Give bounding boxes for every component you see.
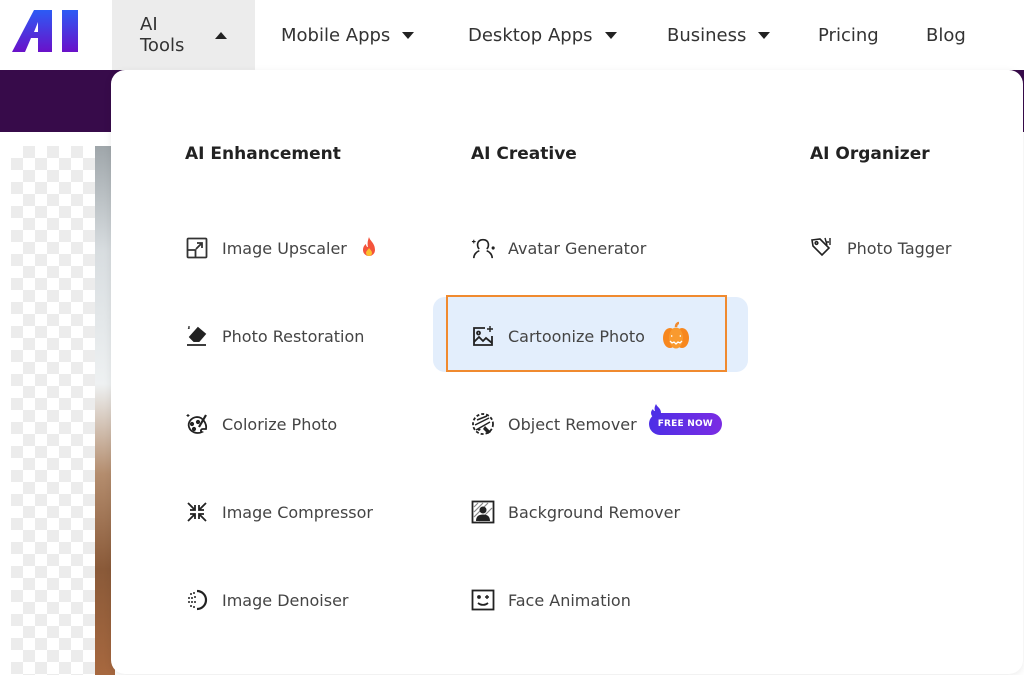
top-navigation: AI Tools Mobile Apps Desktop Apps Busine…	[0, 0, 1024, 70]
nav-ai-tools[interactable]: AI Tools	[112, 0, 255, 70]
caret-up-icon	[215, 31, 227, 39]
image-sparkle-icon	[471, 324, 495, 348]
brand-logo[interactable]	[12, 8, 82, 54]
menu-item-face-animation[interactable]: Face Animation	[471, 580, 631, 620]
menu-item-cartoonize-photo[interactable]: Cartoonize Photo	[471, 316, 691, 356]
menu-item-object-remover[interactable]: Object Remover FREE NOW	[471, 404, 722, 444]
menu-item-image-denoiser[interactable]: Image Denoiser	[185, 580, 349, 620]
caret-down-icon	[758, 31, 771, 39]
object-remove-icon	[471, 412, 495, 436]
menu-item-avatar-generator[interactable]: Avatar Generator	[471, 228, 646, 268]
face-smile-icon	[471, 588, 495, 612]
pumpkin-emoji	[662, 321, 689, 349]
menu-item-image-upscaler[interactable]: Image Upscaler	[185, 228, 381, 268]
compress-arrows-icon	[185, 500, 209, 524]
nav-business[interactable]: Business	[667, 0, 771, 70]
nav-blog[interactable]: Blog	[926, 0, 966, 70]
free-now-badge: FREE NOW	[648, 404, 722, 435]
fire-emoji	[362, 237, 375, 256]
menu-item-photo-tagger[interactable]: Photo Tagger	[810, 228, 951, 268]
avatar-sparkle-icon	[471, 236, 495, 260]
caret-down-icon	[402, 31, 415, 39]
menu-item-colorize-photo[interactable]: Colorize Photo	[185, 404, 337, 444]
tag-ai-icon	[810, 236, 834, 260]
upscale-icon	[185, 236, 209, 260]
caret-down-icon	[604, 31, 617, 39]
menu-item-image-compressor[interactable]: Image Compressor	[185, 492, 373, 532]
person-background-icon	[471, 500, 495, 524]
transparent-preview	[11, 146, 95, 675]
nav-desktop-apps[interactable]: Desktop Apps	[468, 0, 617, 70]
eraser-sparkle-icon	[185, 324, 209, 348]
palette-icon	[185, 412, 209, 436]
nav-mobile-apps[interactable]: Mobile Apps	[281, 0, 415, 70]
menu-item-background-remover[interactable]: Background Remover	[471, 492, 680, 532]
nav-pricing[interactable]: Pricing	[818, 0, 879, 70]
denoise-icon	[185, 588, 209, 612]
menu-item-photo-restoration[interactable]: Photo Restoration	[185, 316, 364, 356]
